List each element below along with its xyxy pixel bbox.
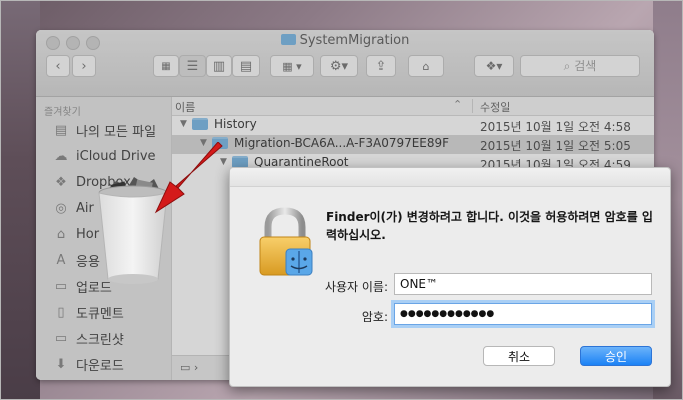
lock-icon [259, 207, 313, 276]
dialog-titlebar [230, 168, 670, 187]
password-field[interactable]: ●●●●●●●●●●●● [394, 303, 652, 325]
dialog-message: Finder이(가) 변경하려고 합니다. 이것을 허용하려면 암호를 입력하십… [326, 210, 653, 242]
cancel-button[interactable]: 취소 [483, 346, 555, 366]
auth-dialog: Finder이(가) 변경하려고 합니다. 이것을 허용하려면 암호를 입력하십… [229, 167, 671, 387]
username-field[interactable]: ONE™ [394, 273, 652, 295]
ok-button[interactable]: 승인 [580, 346, 652, 366]
red-arrow-icon [154, 142, 223, 214]
username-label: 사용자 이름: [324, 280, 388, 294]
password-label: 암호: [361, 310, 388, 324]
desktop-background-left [0, 0, 40, 400]
